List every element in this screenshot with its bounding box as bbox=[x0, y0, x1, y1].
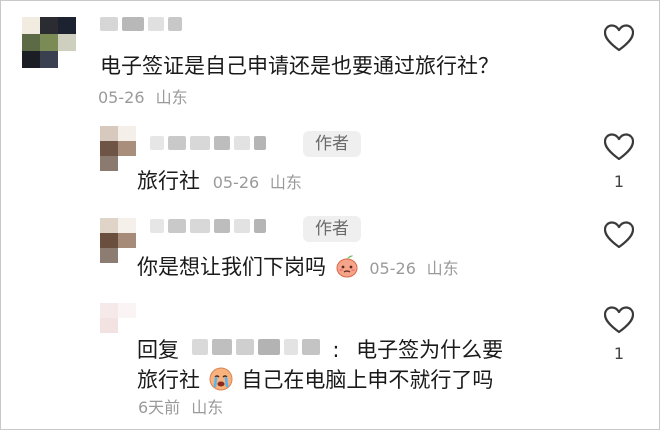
comment-location: 山东 bbox=[155, 88, 188, 107]
crying-face-emoji bbox=[209, 367, 233, 391]
comment-text: 电子签证是自己申请还是也要通过旅行社？ bbox=[100, 54, 499, 78]
heart-outline-icon[interactable] bbox=[604, 133, 634, 161]
username-blurred[interactable] bbox=[150, 216, 266, 236]
comment-text-line2: 旅行社 自己在电脑上申不就行了吗 bbox=[137, 366, 493, 394]
comment-location: 山东 bbox=[426, 259, 459, 278]
avatar[interactable] bbox=[22, 17, 76, 68]
comment-date: 05-26 bbox=[212, 173, 260, 192]
heart-outline-icon[interactable] bbox=[604, 306, 634, 334]
avatar[interactable] bbox=[100, 126, 136, 171]
username-blurred[interactable] bbox=[100, 14, 182, 34]
comment-meta: 6天前 山东 bbox=[138, 398, 223, 418]
peach-face-emoji bbox=[336, 255, 358, 278]
author-badge: 作者 bbox=[303, 131, 361, 157]
comment-body-segment: 旅行社 bbox=[137, 368, 200, 392]
comment-time: 6天前 bbox=[138, 398, 181, 417]
comment-text: 你是想让我们下岗吗 05-26 山东 bbox=[137, 253, 459, 283]
heart-outline-icon[interactable] bbox=[604, 221, 634, 249]
comment-date: 05-26 bbox=[369, 259, 416, 278]
comment-meta: 05-26 山东 bbox=[98, 88, 188, 108]
comment-body: 你是想让我们下岗吗 bbox=[137, 255, 326, 279]
reply-target-username-blurred[interactable] bbox=[191, 339, 320, 355]
avatar[interactable] bbox=[100, 303, 136, 333]
comment-text: 回复 : 电子签为什么要 bbox=[137, 336, 503, 364]
comment-date: 05-26 bbox=[98, 88, 145, 107]
comment-text: 旅行社 05-26 山东 bbox=[137, 167, 302, 197]
reply-prefix: 回复 bbox=[137, 338, 179, 362]
username-blurred[interactable] bbox=[150, 133, 266, 153]
comment-body: 旅行社 bbox=[137, 169, 200, 193]
comment-location: 山东 bbox=[269, 173, 302, 192]
heart-outline-icon[interactable] bbox=[604, 24, 634, 52]
avatar[interactable] bbox=[100, 218, 136, 263]
comment-body-line1: 电子签为什么要 bbox=[356, 338, 504, 362]
like-count: 1 bbox=[613, 172, 625, 191]
author-badge: 作者 bbox=[303, 216, 361, 242]
comment-body-segment: 自己在电脑上申不就行了吗 bbox=[241, 368, 494, 392]
comment-location: 山东 bbox=[191, 398, 224, 417]
like-count: 1 bbox=[613, 344, 625, 363]
reply-separator: : bbox=[332, 338, 340, 362]
